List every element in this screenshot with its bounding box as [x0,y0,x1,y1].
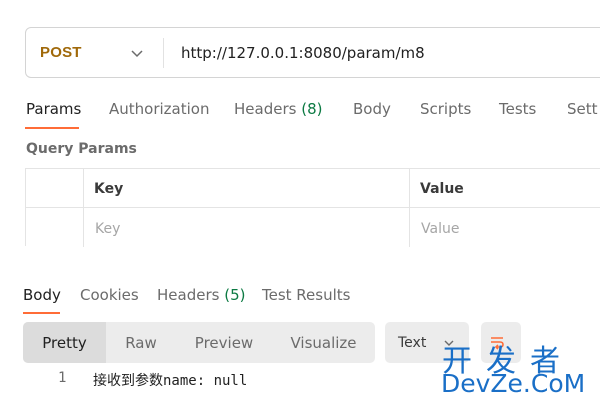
active-response-tab-indicator [23,312,60,314]
tab-authorization[interactable]: Authorization [109,100,209,118]
line-number: 1 [58,370,67,386]
column-divider [83,169,84,247]
tab-response-headers-label: Headers [157,286,220,304]
value-input[interactable]: Value [421,209,459,248]
chevron-down-icon[interactable] [130,46,144,60]
language-select-value: Text [398,334,427,351]
query-params-table: Key Value Key Value [25,168,600,248]
format-pretty-button[interactable]: Pretty [23,322,106,363]
tab-headers[interactable]: Headers (8) [234,100,322,118]
request-tabs: Params Authorization Headers (8) Body Sc… [0,96,600,130]
key-input[interactable]: Key [95,209,120,248]
format-preview-button[interactable]: Preview [176,322,272,363]
tab-response-headers-count: (5) [224,286,246,304]
url-divider [163,38,164,68]
format-selector: Pretty Raw Preview Visualize [23,322,375,363]
tab-headers-count: (8) [301,100,323,118]
response-tabs: Body Cookies Headers (5) Test Results [0,282,600,316]
request-url-bar: POST http://127.0.0.1:8080/param/m8 [25,27,600,78]
format-visualize-button[interactable]: Visualize [272,322,375,363]
tab-test-results[interactable]: Test Results [262,286,350,304]
table-header-row: Key Value [26,169,600,208]
tab-settings[interactable]: Sett [567,100,598,118]
response-body-text: 接收到参数name: null [93,373,248,389]
tab-scripts[interactable]: Scripts [420,100,471,118]
tab-response-headers[interactable]: Headers (5) [157,286,245,304]
column-header-value: Value [420,180,464,197]
table-row: Key Value [26,209,600,248]
column-divider [409,169,410,247]
tab-body[interactable]: Body [353,100,391,118]
watermark-logo: 开发者 DevZe.CoM [440,336,594,398]
watermark-bottom: DevZe.CoM [441,369,586,398]
column-header-key: Key [94,180,124,197]
tab-response-body[interactable]: Body [23,286,61,304]
format-raw-button[interactable]: Raw [106,322,176,363]
url-input[interactable]: http://127.0.0.1:8080/param/m8 [181,28,425,77]
tab-tests[interactable]: Tests [499,100,536,118]
tab-cookies[interactable]: Cookies [80,286,139,304]
query-params-title: Query Params [26,141,137,157]
active-tab-indicator [25,127,79,129]
method-select[interactable]: POST [40,28,82,77]
tab-params[interactable]: Params [26,100,81,118]
tab-headers-label: Headers [234,100,297,118]
